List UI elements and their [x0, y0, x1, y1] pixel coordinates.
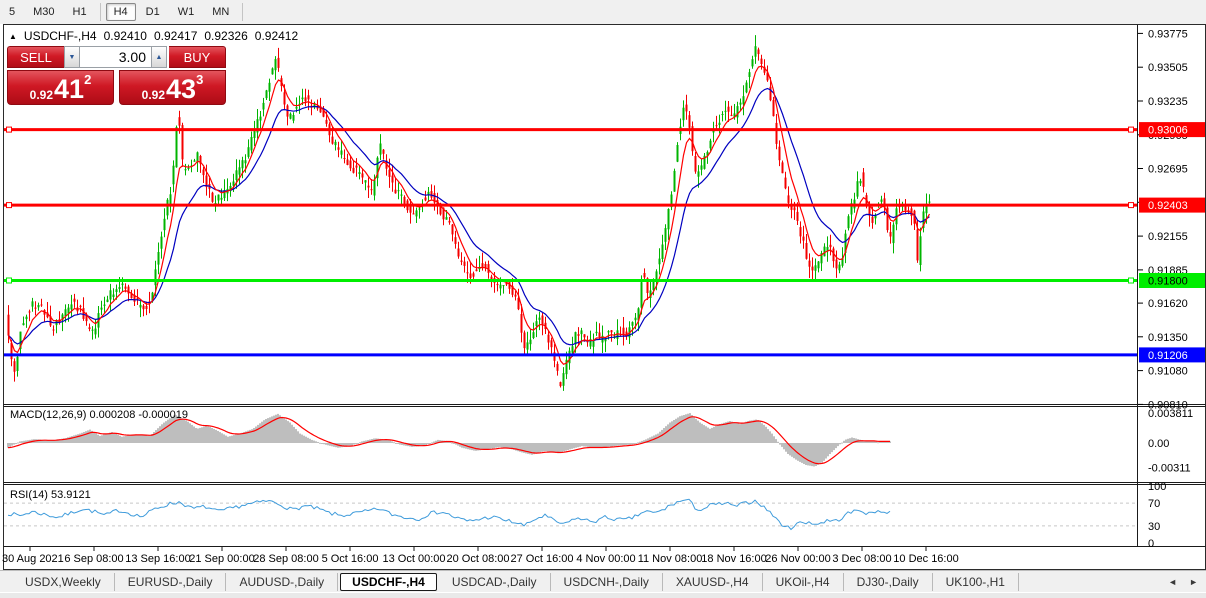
macd-axis-label: -0.00311 [1148, 463, 1191, 475]
svg-text:0.91800: 0.91800 [1148, 276, 1188, 288]
date-label: 4 Nov 00:00 [576, 553, 635, 565]
hline-handle [1128, 277, 1134, 284]
chart-tab-xauusd-h4[interactable]: XAUUSD-,H4 [663, 573, 763, 591]
toolbar-separator [242, 3, 244, 21]
sell-price-button[interactable]: 0.92 41 2 [7, 70, 114, 105]
price-tick: 0.93505 [1148, 62, 1188, 74]
price-chart-canvas[interactable]: 0.937750.935050.932350.929650.926950.924… [0, 24, 1206, 570]
rsi-axis-label: 30 [1148, 521, 1160, 533]
macd-label: MACD(12,26,9) 0.000208 -0.000019 [10, 409, 188, 421]
svg-text:0.91206: 0.91206 [1148, 350, 1188, 362]
timeframe-button-h1[interactable]: H1 [65, 3, 95, 21]
buy-price-prefix: 0.92 [141, 88, 166, 102]
one-click-trading-panel: SELL ▼ 3.00 ▲ BUY 0.92 41 2 0.92 43 3 [7, 46, 226, 105]
chart-tab-uk100-h1[interactable]: UK100-,H1 [933, 573, 1019, 591]
sell-button[interactable]: SELL [7, 46, 64, 68]
date-label: 13 Oct 00:00 [383, 553, 446, 565]
chart-tab-bar: USDX,Weekly EURUSD-,Daily AUDUSD-,Daily USD… [0, 570, 1206, 593]
rsi-axis-label: 0 [1148, 538, 1154, 550]
volume-decrease-button[interactable]: ▼ [64, 46, 80, 68]
chart-header: ▲ USDCHF-,H4 0.92410 0.92417 0.92326 0.9… [9, 29, 298, 43]
date-label: 3 Dec 08:00 [832, 553, 891, 565]
date-label: 20 Oct 08:00 [447, 553, 510, 565]
ohlc-low: 0.92326 [204, 29, 248, 43]
hline-handle [6, 202, 12, 209]
buy-price-big: 43 [166, 74, 197, 104]
timeframe-button-w1[interactable]: W1 [170, 3, 203, 21]
buy-button[interactable]: BUY [169, 46, 226, 68]
sell-price-prefix: 0.92 [29, 88, 54, 102]
price-tick: 0.93775 [1148, 28, 1188, 40]
rsi-axis-label: 70 [1148, 498, 1160, 510]
date-label: 18 Nov 16:00 [701, 553, 766, 565]
chart-tab-usdx-weekly[interactable]: USDX,Weekly [12, 573, 115, 591]
macd-axis-label: 0.003811 [1148, 408, 1193, 420]
svg-text:0.92403: 0.92403 [1148, 200, 1188, 212]
timeframe-button-d1[interactable]: D1 [138, 3, 168, 21]
date-label: 30 Aug 2021 [2, 553, 64, 565]
chart-window: 0.937750.935050.932350.929650.926950.924… [0, 24, 1206, 570]
chart-tab-ukoil-h4[interactable]: UKOil-,H4 [763, 573, 844, 591]
ohlc-close: 0.92412 [254, 29, 299, 43]
hline-handle [1128, 126, 1134, 133]
chart-symbol-period: USDCHF-,H4 [23, 29, 97, 43]
sell-price-big: 41 [54, 74, 85, 104]
collapse-icon[interactable]: ▲ [9, 32, 17, 41]
rsi-label: RSI(14) 53.9121 [10, 489, 91, 501]
buy-price-sup: 3 [196, 72, 204, 87]
price-tick: 0.91080 [1148, 366, 1188, 378]
date-label: 10 Dec 16:00 [893, 553, 958, 565]
macd-axis-label: 0.00 [1148, 438, 1169, 450]
sell-price-sup: 2 [84, 72, 92, 87]
rsi-axis-label: 100 [1148, 481, 1166, 493]
hline-handle [6, 126, 12, 133]
price-tick: 0.92155 [1148, 231, 1188, 243]
ohlc-open: 0.92410 [103, 29, 147, 43]
date-label: 28 Sep 08:00 [253, 553, 318, 565]
ohlc-high: 0.92417 [153, 29, 198, 43]
chart-tab-audusd-daily[interactable]: AUDUSD-,Daily [226, 573, 339, 591]
price-tick: 0.91620 [1148, 298, 1188, 310]
hline-handle [6, 277, 12, 284]
timeframe-button-h4[interactable]: H4 [105, 3, 136, 21]
chart-tab-dj30-daily[interactable]: DJ30-,Daily [844, 573, 933, 591]
chart-tab-usdcad-daily[interactable]: USDCAD-,Daily [439, 573, 551, 591]
tabs-scroll-left-icon[interactable]: ◄ [1168, 577, 1177, 587]
mt4-window: 5 M30 H1 H4 D1 W1 MN 0.93775 0.93505 0.93235 0.92… [0, 0, 1206, 598]
svg-text:0.93006: 0.93006 [1148, 125, 1188, 137]
volume-increase-button[interactable]: ▲ [151, 46, 167, 68]
price-tick: 0.92695 [1148, 164, 1188, 176]
volume-input[interactable]: 3.00 [80, 46, 151, 68]
date-label: 5 Oct 16:00 [322, 553, 379, 565]
timeframe-toolbar: 5 M30 H1 H4 D1 W1 MN [0, 0, 1206, 25]
chart-tab-usdcnh-daily[interactable]: USDCNH-,Daily [551, 573, 663, 591]
price-tick: 0.93235 [1148, 96, 1188, 108]
date-label: 6 Sep 08:00 [64, 553, 123, 565]
toolbar-separator [99, 3, 101, 21]
chart-tab-eurusd-daily[interactable]: EURUSD-,Daily [115, 573, 227, 591]
timeframe-button-mn[interactable]: MN [204, 3, 237, 21]
timeframe-button-m30[interactable]: M30 [25, 3, 62, 21]
date-label: 11 Nov 08:00 [638, 553, 703, 565]
hline-handle [1128, 202, 1134, 209]
price-tick: 0.91350 [1148, 332, 1188, 344]
chart-tab-usdchf-h4[interactable]: USDCHF-,H4 [340, 573, 437, 591]
timeframe-button-5[interactable]: 5 [1, 3, 23, 21]
date-label: 26 Nov 00:00 [765, 553, 830, 565]
date-label: 21 Sep 00:00 [189, 553, 254, 565]
tabs-scroll-right-icon[interactable]: ► [1189, 577, 1198, 587]
date-label: 27 Oct 16:00 [511, 553, 574, 565]
status-strip [0, 592, 1206, 598]
date-label: 13 Sep 16:00 [125, 553, 190, 565]
buy-price-button[interactable]: 0.92 43 3 [119, 70, 226, 105]
